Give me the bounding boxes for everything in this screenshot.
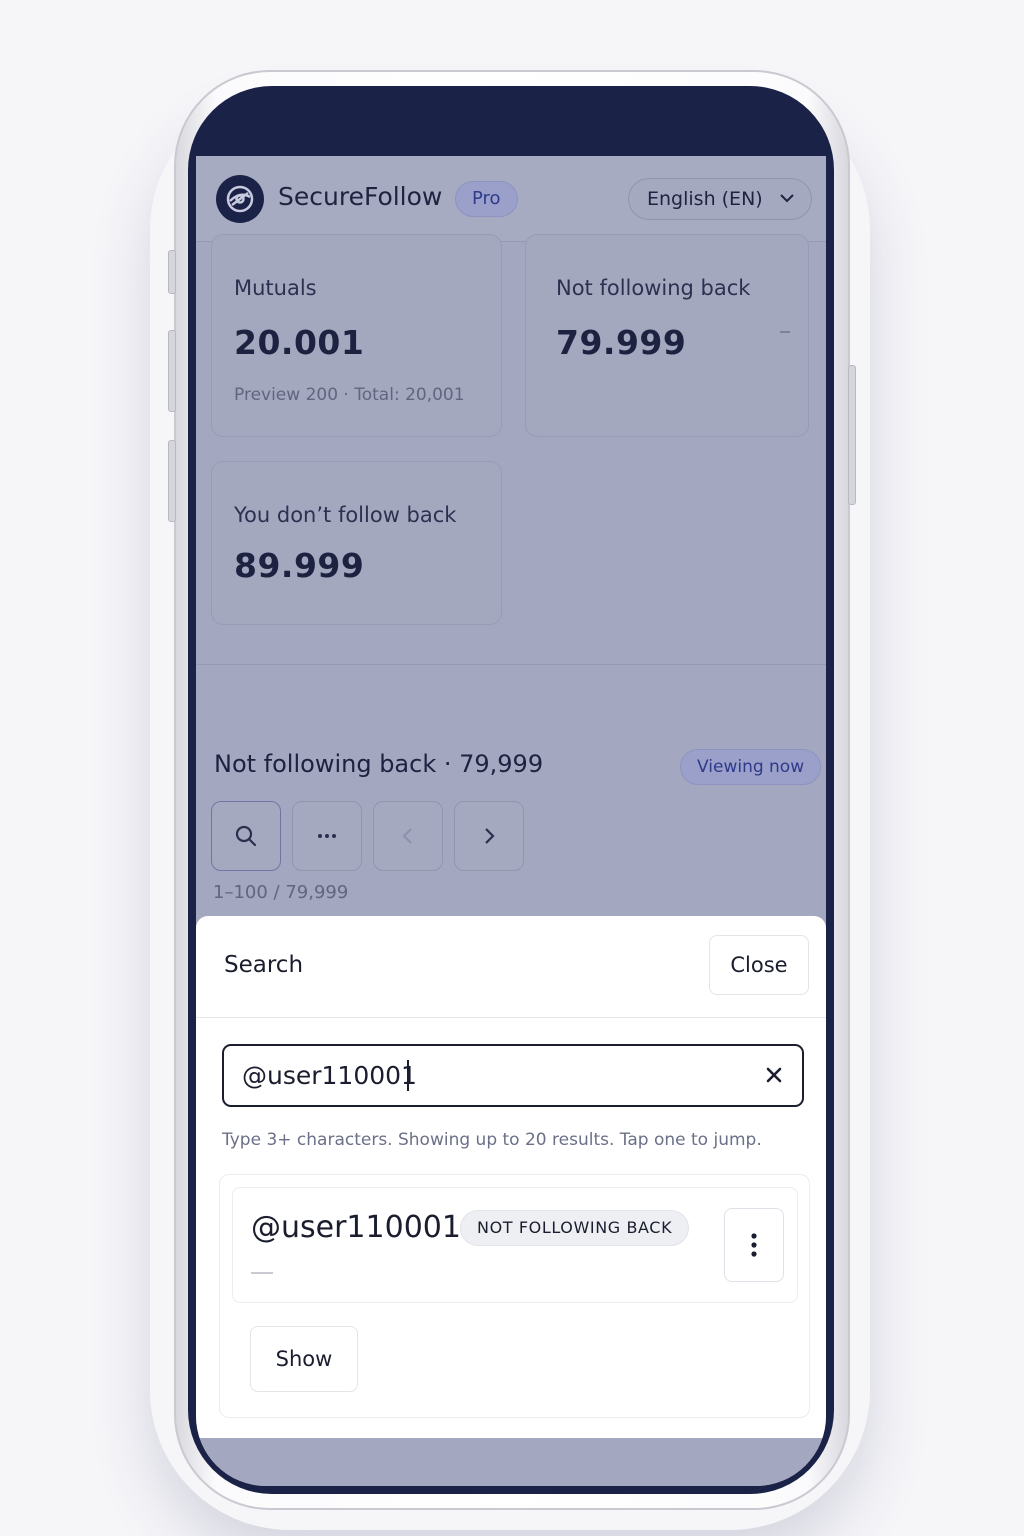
trend-dash [780, 331, 790, 333]
mute-switch [168, 250, 176, 294]
you-dont-follow-back-value: 89.999 [234, 546, 365, 585]
chevron-right-icon [485, 828, 495, 844]
language-select[interactable]: English (EN) [628, 178, 812, 220]
search-icon [235, 825, 257, 847]
chevron-left-icon [402, 828, 412, 844]
you-dont-follow-back-label: You don’t follow back [234, 503, 457, 527]
not-following-back-card[interactable]: Not following back 79.999 [525, 234, 809, 437]
sheet-divider [196, 1017, 826, 1018]
search-button[interactable] [211, 801, 281, 871]
list-item[interactable]: @user110001 NOT FOLLOWING BACK [232, 1187, 798, 1303]
app-screen: SecureFollow Pro English (EN) Mutuals 20… [196, 156, 826, 1486]
close-button[interactable]: Close [709, 935, 809, 995]
chevron-down-icon [779, 179, 795, 233]
text-caret [407, 1060, 409, 1091]
mutuals-label: Mutuals [234, 276, 317, 300]
power-button [848, 365, 856, 505]
section-divider [196, 664, 826, 665]
search-sheet-title: Search [224, 952, 304, 978]
app-brand-name: SecureFollow [278, 182, 443, 211]
not-following-back-value: 79.999 [556, 323, 687, 362]
ellipsis-icon [318, 834, 336, 838]
mutuals-card[interactable]: Mutuals 20.001 Preview 200 · Total: 20,0… [211, 234, 502, 437]
list-title: Not following back · 79,999 [214, 750, 544, 778]
result-handle: @user110001 [251, 1210, 461, 1245]
show-button[interactable]: Show [250, 1326, 358, 1392]
next-page-button[interactable] [454, 801, 524, 871]
bottom-overlay [196, 1438, 826, 1486]
search-results: @user110001 NOT FOLLOWING BACK Show [219, 1174, 810, 1418]
viewing-now-badge: Viewing now [680, 749, 822, 785]
volume-down-button [168, 440, 176, 522]
search-hint: Type 3+ characters. Showing up to 20 res… [222, 1130, 762, 1150]
you-dont-follow-back-card[interactable]: You don’t follow back 89.999 [211, 461, 502, 625]
mutuals-value: 20.001 [234, 323, 365, 362]
pro-plan-badge: Pro [455, 181, 518, 217]
volume-up-button [168, 330, 176, 412]
result-menu-button[interactable] [724, 1208, 784, 1282]
language-select-value: English (EN) [647, 188, 763, 210]
previous-page-button[interactable] [373, 801, 443, 871]
more-options-button[interactable] [292, 801, 362, 871]
app-header: SecureFollow Pro English (EN) [196, 156, 826, 242]
pagination-range: 1–100 / 79,999 [213, 882, 349, 903]
result-meta-dash [251, 1272, 273, 1274]
search-input[interactable] [242, 1046, 742, 1105]
mutuals-sub: Preview 200 · Total: 20,001 [234, 385, 465, 405]
search-field[interactable] [222, 1044, 804, 1107]
securefollow-logo-icon [216, 175, 264, 223]
search-sheet: Search Close Type 3+ characters. Showing… [196, 916, 826, 1438]
vertical-ellipsis-icon [751, 1233, 757, 1257]
not-following-back-label: Not following back [556, 276, 751, 300]
clear-x-icon[interactable] [762, 1063, 786, 1087]
status-badge: NOT FOLLOWING BACK [460, 1210, 690, 1246]
